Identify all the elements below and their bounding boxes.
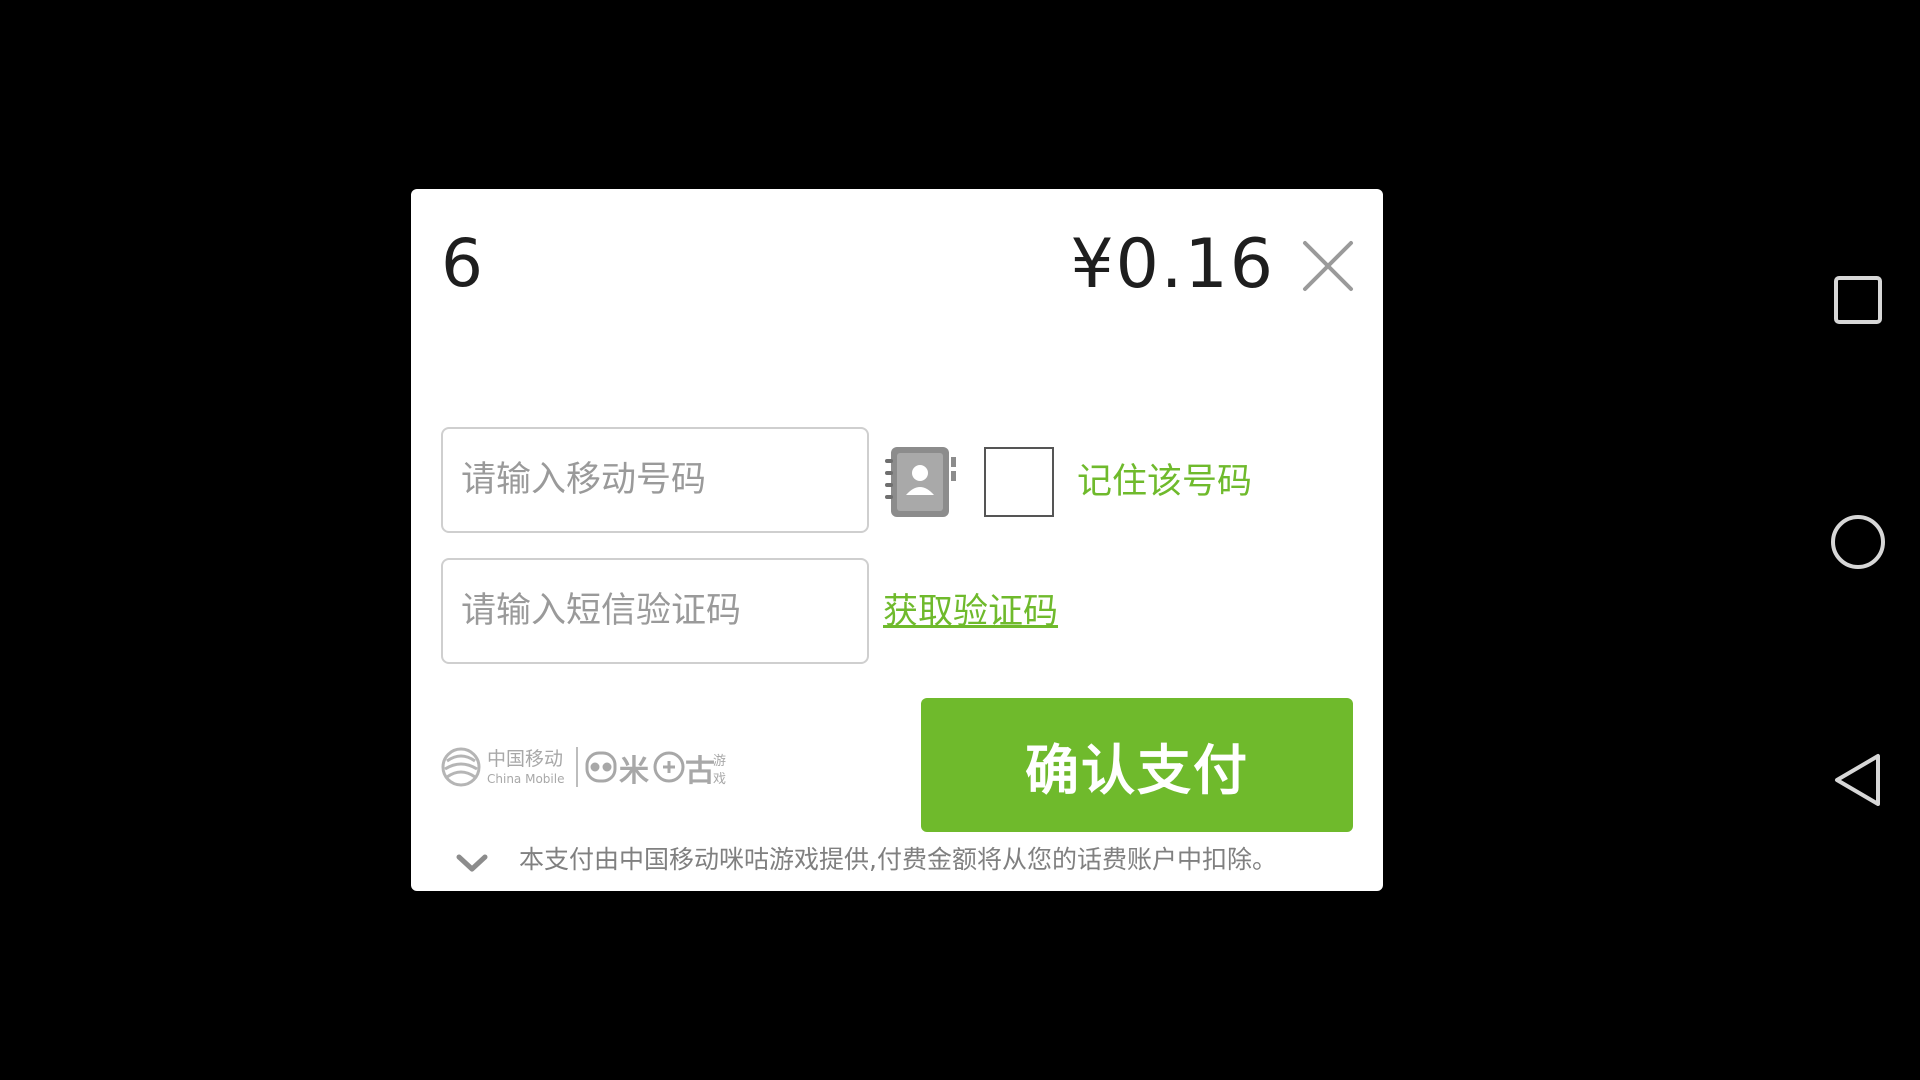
payment-disclaimer: 本支付由中国移动咪咕游戏提供,付费金额将从您的话费账户中扣除。 bbox=[519, 845, 1277, 874]
code-input-box bbox=[441, 558, 869, 664]
phone-input-box bbox=[441, 427, 869, 533]
svg-text:游: 游 bbox=[713, 754, 726, 769]
payment-dialog: 6 ¥0.16 记住该号码 获取验证码 bbox=[411, 189, 1383, 891]
remember-number-checkbox[interactable] bbox=[984, 447, 1054, 517]
triangle-back-icon[interactable] bbox=[1832, 752, 1884, 808]
svg-text:China Mobile: China Mobile bbox=[487, 772, 564, 786]
contacts-book-icon[interactable] bbox=[883, 445, 957, 519]
product-name: 6 bbox=[441, 225, 483, 302]
sms-code-input[interactable] bbox=[443, 560, 867, 662]
circle-icon[interactable] bbox=[1830, 514, 1886, 570]
remember-number-label[interactable]: 记住该号码 bbox=[1077, 459, 1252, 505]
svg-text:米: 米 bbox=[619, 754, 649, 789]
svg-text:戏: 戏 bbox=[713, 772, 726, 787]
screen: 6 ¥0.16 记住该号码 获取验证码 bbox=[0, 0, 1920, 1080]
close-icon[interactable] bbox=[1301, 239, 1355, 293]
phone-number-input[interactable] bbox=[443, 429, 867, 531]
svg-text:古: 古 bbox=[685, 754, 715, 789]
confirm-payment-button[interactable]: 确认支付 bbox=[921, 698, 1353, 832]
price-label: ¥0.16 bbox=[1070, 225, 1275, 304]
svg-text:中国移动: 中国移动 bbox=[487, 748, 563, 770]
get-verification-code-link[interactable]: 获取验证码 bbox=[883, 589, 1058, 635]
square-icon[interactable] bbox=[1832, 274, 1884, 326]
china-mobile-migu-logo: 中国移动 China Mobile 米 古 游 戏 bbox=[441, 747, 726, 789]
chevron-down-icon[interactable] bbox=[455, 851, 489, 875]
